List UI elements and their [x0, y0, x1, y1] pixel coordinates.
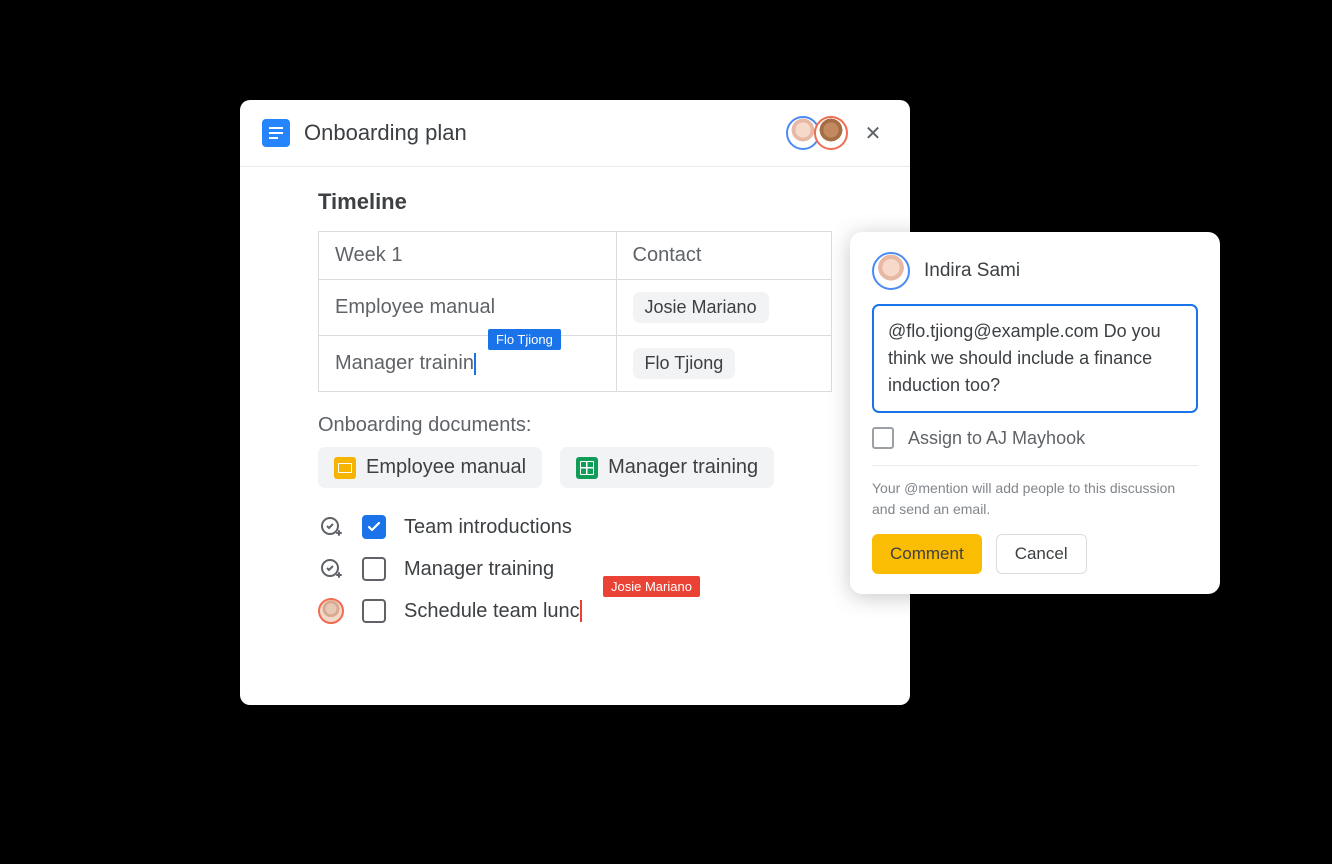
google-docs-icon: [262, 119, 290, 147]
presence-avatars: [792, 116, 848, 150]
table-cell[interactable]: Employee manual: [319, 280, 617, 336]
checklist-label[interactable]: Manager training: [404, 558, 554, 581]
cancel-button[interactable]: Cancel: [996, 534, 1087, 574]
table-header-cell[interactable]: Week 1: [319, 232, 617, 280]
timeline-table: Week 1 Contact Employee manual Josie Mar…: [318, 231, 832, 392]
table-row: Employee manual Josie Mariano: [319, 280, 832, 336]
collab-cursor-label-blue: Flo Tjiong: [488, 329, 561, 350]
comment-author-row: Indira Sami: [872, 252, 1198, 290]
close-icon[interactable]: ✕: [858, 118, 888, 148]
assign-checkbox[interactable]: [872, 427, 894, 449]
document-header: Onboarding plan ✕: [240, 100, 910, 167]
comment-button[interactable]: Comment: [872, 534, 982, 574]
table-header-cell[interactable]: Contact: [616, 232, 831, 280]
document-chip[interactable]: Manager training: [560, 447, 774, 488]
table-cell[interactable]: Josie Mariano: [616, 280, 831, 336]
document-chip-label: Manager training: [608, 456, 758, 479]
collab-cursor-blue: [474, 353, 476, 375]
table-row: Week 1 Contact: [319, 232, 832, 280]
documents-heading: Onboarding documents:: [318, 414, 832, 437]
assign-task-icon[interactable]: [318, 556, 344, 582]
document-chip[interactable]: Employee manual: [318, 447, 542, 488]
checkbox[interactable]: [362, 599, 386, 623]
comment-card: Indira Sami @flo.tjiong@example.com Do y…: [850, 232, 1220, 594]
cell-text: Manager trainin: [335, 352, 474, 374]
comment-buttons: Comment Cancel: [872, 534, 1198, 574]
assign-label[interactable]: Assign to AJ Mayhook: [908, 428, 1085, 449]
contact-chip[interactable]: Josie Mariano: [633, 292, 769, 323]
checklist-item: Manager training: [318, 556, 832, 582]
assign-row: Assign to AJ Mayhook: [872, 427, 1198, 466]
checklist-label[interactable]: Schedule team lunc: [404, 600, 582, 623]
checklist: Team introductions Manager training Sche…: [318, 514, 832, 624]
document-title[interactable]: Onboarding plan: [304, 120, 792, 146]
document-card: Onboarding plan ✕ Timeline Week 1 Contac…: [240, 100, 910, 705]
checkbox[interactable]: [362, 515, 386, 539]
checklist-item: Schedule team lunc Josie Mariano: [318, 598, 832, 624]
checklist-label[interactable]: Team introductions: [404, 516, 572, 539]
mention-hint: Your @mention will add people to this di…: [872, 478, 1198, 520]
checkbox[interactable]: [362, 557, 386, 581]
document-body: Timeline Week 1 Contact Employee manual …: [240, 167, 910, 654]
timeline-heading: Timeline: [318, 189, 832, 215]
collab-cursor-red: [580, 600, 582, 622]
assign-task-icon[interactable]: [318, 514, 344, 540]
table-cell[interactable]: Flo Tjiong: [616, 336, 831, 392]
checklist-item: Team introductions: [318, 514, 832, 540]
presence-avatar[interactable]: [814, 116, 848, 150]
contact-chip[interactable]: Flo Tjiong: [633, 348, 736, 379]
comment-input[interactable]: @flo.tjiong@example.com Do you think we …: [872, 304, 1198, 413]
collab-cursor-label-red: Josie Mariano: [603, 576, 700, 597]
document-chips: Employee manual Manager training: [318, 447, 832, 488]
slides-icon: [334, 457, 356, 479]
table-row: Manager trainin Flo Tjiong: [319, 336, 832, 392]
comment-author-avatar[interactable]: [872, 252, 910, 290]
sheets-icon: [576, 457, 598, 479]
assignee-avatar[interactable]: [318, 598, 344, 624]
table-cell[interactable]: Manager trainin: [319, 336, 617, 392]
document-chip-label: Employee manual: [366, 456, 526, 479]
comment-author-name: Indira Sami: [924, 260, 1020, 282]
